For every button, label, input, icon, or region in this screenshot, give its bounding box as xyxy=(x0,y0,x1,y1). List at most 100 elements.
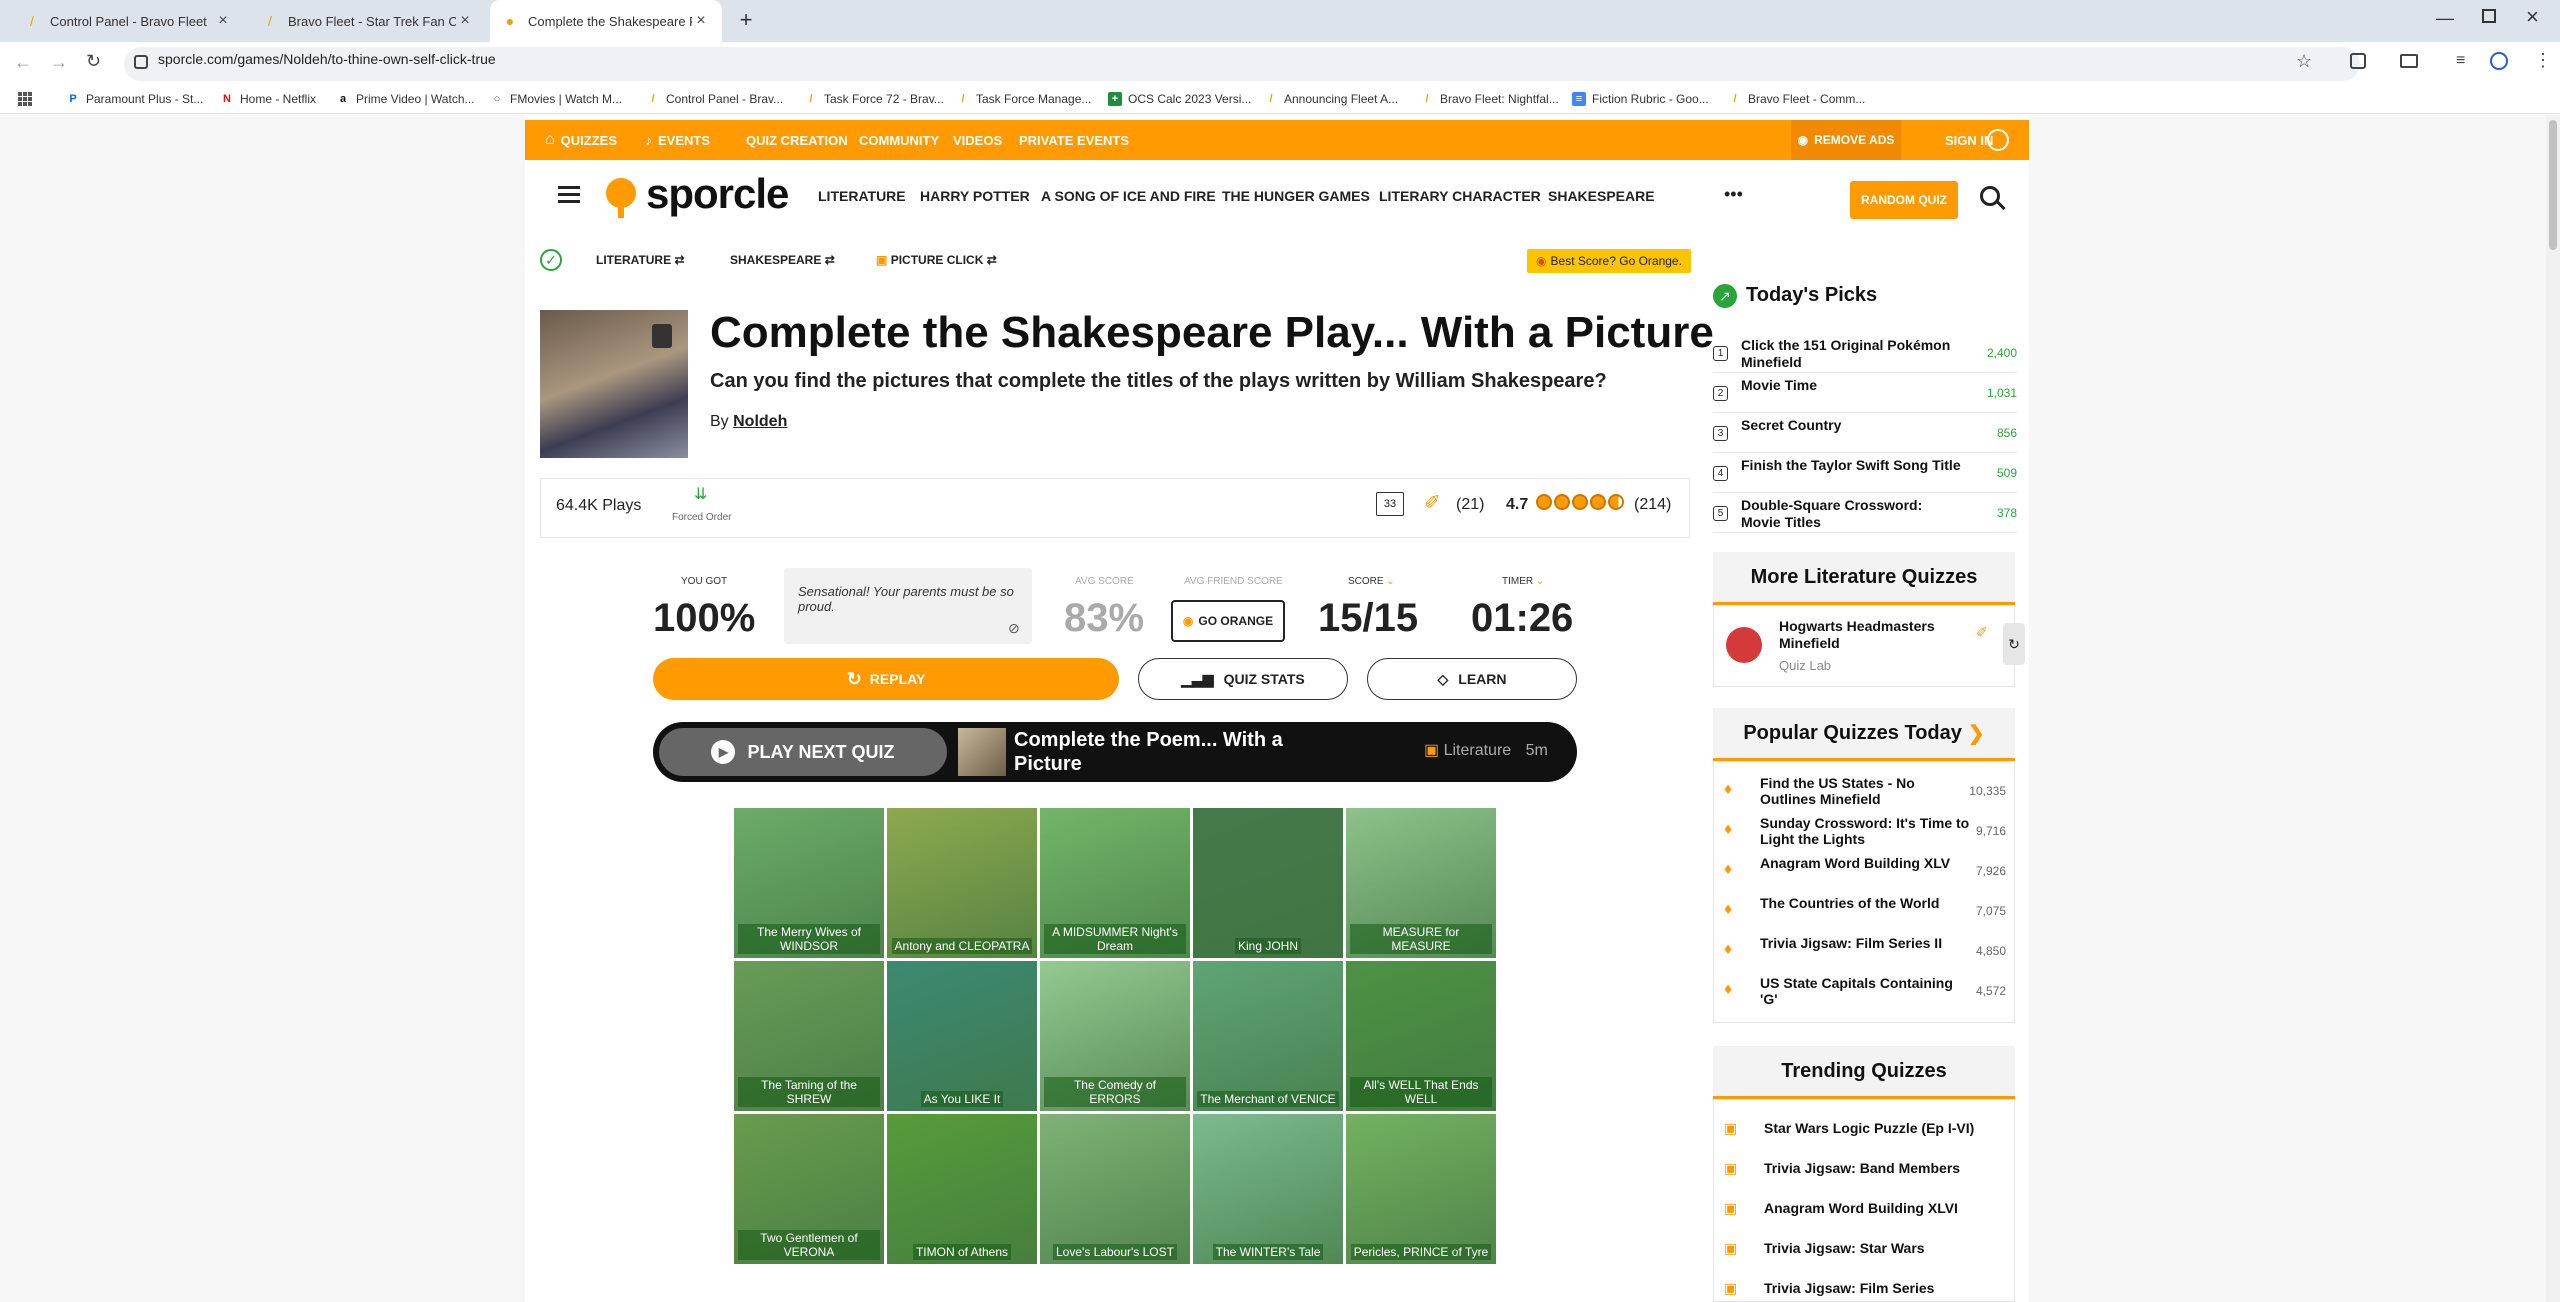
bookmark-nightfall[interactable]: / Bravo Fleet: Nightfal... xyxy=(1420,84,1558,114)
pick-title[interactable]: Secret Country xyxy=(1741,417,1961,434)
trending-quiz-title[interactable]: Star Wars Logic Puzzle (Ep I-VI) xyxy=(1764,1120,1974,1136)
grid-picture[interactable]: The Merchant of VENICE xyxy=(1193,961,1343,1111)
todays-pick-item[interactable]: 5 Double-Square Crossword: Movie Titles 37… xyxy=(1713,493,2017,533)
grid-picture[interactable]: A MIDSUMMER Night's Dream xyxy=(1040,808,1190,958)
tab-bravo-fleet[interactable]: / Bravo Fleet - Star Trek Fan Com × xyxy=(250,0,486,42)
nav-shakespeare[interactable]: SHAKESPEARE xyxy=(1548,188,1655,204)
pick-title[interactable]: Double-Square Crossword: Movie Titles xyxy=(1741,497,1961,531)
bookmark-star-icon[interactable]: ☆ xyxy=(2296,51,2312,72)
replay-button[interactable]: ↻ REPLAY xyxy=(653,658,1119,700)
trending-quiz-title[interactable]: Trivia Jigsaw: Film Series xyxy=(1764,1280,1934,1296)
refresh-icon[interactable]: ↻ xyxy=(2003,623,2025,665)
grid-picture[interactable]: The WINTER's Tale xyxy=(1193,1114,1343,1264)
close-icon[interactable]: × xyxy=(692,12,710,30)
go-orange-button[interactable]: ◉ GO ORANGE xyxy=(1171,600,1285,642)
random-quiz-button[interactable]: RANDOM QUIZ xyxy=(1850,181,1958,219)
trending-quiz-title[interactable]: Anagram Word Building XLVI xyxy=(1764,1200,1958,1216)
nav-events[interactable]: ♪ EVENTS xyxy=(645,120,710,160)
author-link[interactable]: Noldeh xyxy=(733,413,787,430)
trending-quiz-item[interactable]: ▣ Star Wars Logic Puzzle (Ep I-VI) xyxy=(1724,1110,2014,1150)
grid-picture[interactable]: Antony and CLEOPATRA xyxy=(887,808,1037,958)
trending-quiz-item[interactable]: ▣ Trivia Jigsaw: Film Series xyxy=(1724,1270,2014,1302)
popular-quiz-item[interactable]: ♦ Trivia Jigsaw: Film Series II 4,850 xyxy=(1724,931,2014,971)
todays-pick-item[interactable]: 4 Finish the Taylor Swift Song Title 509 xyxy=(1713,453,2017,493)
tab-sporcle[interactable]: ● Complete the Shakespeare Play × xyxy=(490,0,722,42)
popular-quiz-item[interactable]: ♦ Anagram Word Building XLV 7,926 xyxy=(1724,851,2014,891)
bookmark-paramount[interactable]: P Paramount Plus - St... xyxy=(66,84,203,114)
pick-title[interactable]: Movie Time xyxy=(1741,377,1961,394)
hamburger-menu-icon[interactable] xyxy=(558,186,580,204)
scrollbar[interactable] xyxy=(2546,115,2560,1302)
bookmark-netflix[interactable]: N Home - Netflix xyxy=(220,84,316,114)
close-icon[interactable]: × xyxy=(214,12,232,30)
popular-quizzes-title[interactable]: Popular Quizzes Today ❯ xyxy=(1713,708,2015,758)
nav-videos[interactable]: VIDEOS xyxy=(953,120,1002,160)
popular-quiz-title[interactable]: The Countries of the World xyxy=(1760,895,1970,911)
rating-star-icon[interactable] xyxy=(1572,494,1588,510)
popular-quiz-title[interactable]: Sunday Crossword: It's Time to Light the… xyxy=(1760,815,1970,847)
tab-control-panel[interactable]: / Control Panel - Bravo Fleet × xyxy=(12,0,244,42)
popular-quiz-item[interactable]: ♦ Find the US States - No Outlines Minefi… xyxy=(1724,771,2014,811)
nav-community[interactable]: COMMUNITY xyxy=(859,120,939,160)
menu-kebab-icon[interactable]: ⋮ xyxy=(2534,50,2552,71)
bookmark-task-force-manage[interactable]: / Task Force Manage... xyxy=(956,84,1091,114)
rating-star-icon[interactable] xyxy=(1554,494,1570,510)
minimize-icon[interactable]: — xyxy=(2436,8,2454,29)
hide-eye-icon[interactable]: ⊘ xyxy=(1008,620,1020,637)
shuffle-icon[interactable]: ⇄ xyxy=(825,253,835,267)
grid-picture[interactable]: Love's Labour's LOST xyxy=(1040,1114,1190,1264)
nav-harry-potter[interactable]: HARRY POTTER xyxy=(920,188,1030,204)
next-quiz-title[interactable]: Complete the Poem... With a Picture xyxy=(1014,728,1314,776)
maximize-icon[interactable] xyxy=(2482,9,2496,23)
extensions-icon[interactable] xyxy=(2350,53,2366,69)
grid-picture[interactable]: Two Gentlemen of VERONA xyxy=(734,1114,884,1264)
todays-pick-item[interactable]: 2 Movie Time 1,031 xyxy=(1713,373,2017,413)
favorite-icon[interactable]: ✐ xyxy=(1424,490,1441,515)
rating-star-icon[interactable] xyxy=(1536,494,1552,510)
comments-count[interactable]: 33 xyxy=(1376,492,1404,516)
pick-title[interactable]: Click the 151 Original Pokémon Minefield xyxy=(1741,337,1961,371)
learn-button[interactable]: ◇ LEARN xyxy=(1367,658,1577,700)
sporcle-logo-icon[interactable] xyxy=(606,178,636,208)
more-menu-icon[interactable]: ••• xyxy=(1724,184,1743,205)
nav-literature[interactable]: LITERATURE xyxy=(818,188,906,204)
pick-title[interactable]: Finish the Taylor Swift Song Title xyxy=(1741,457,1961,474)
popular-quiz-item[interactable]: ♦ US State Capitals Containing 'G' 4,572 xyxy=(1724,971,2014,1011)
nav-hunger-games[interactable]: THE HUNGER GAMES xyxy=(1222,188,1370,204)
sporcle-logo-text[interactable]: sporcle xyxy=(646,170,789,218)
bookmark-bravo-fleet-comm[interactable]: / Bravo Fleet - Comm... xyxy=(1728,84,1865,114)
grid-picture[interactable]: TIMON of Athens xyxy=(887,1114,1037,1264)
shuffle-icon[interactable]: ⇄ xyxy=(987,253,997,267)
breadcrumb-literature[interactable]: LITERATURE ⇄ xyxy=(596,253,685,267)
nav-private-events[interactable]: PRIVATE EVENTS xyxy=(1019,120,1129,160)
best-score-banner[interactable]: ◉ Best Score? Go Orange. xyxy=(1527,249,1691,273)
quiz-stats-button[interactable]: ▁▃▆ QUIZ STATS xyxy=(1138,658,1348,700)
trending-quiz-title[interactable]: Trivia Jigsaw: Star Wars xyxy=(1764,1240,1925,1256)
todays-pick-item[interactable]: 3 Secret Country 856 xyxy=(1713,413,2017,453)
back-icon[interactable]: ← xyxy=(14,52,32,73)
bookmark-prime-video[interactable]: a Prime Video | Watch... xyxy=(336,84,475,114)
scrollbar-thumb[interactable] xyxy=(2549,120,2557,250)
breadcrumb-picture-click[interactable]: ▣ PICTURE CLICK ⇄ xyxy=(876,253,997,267)
new-tab-button[interactable]: + xyxy=(733,8,759,34)
bookmark-ocs-calc[interactable]: + OCS Calc 2023 Versi... xyxy=(1108,84,1251,114)
profile-avatar-icon[interactable] xyxy=(2490,52,2508,70)
grid-picture[interactable]: The Taming of the SHREW xyxy=(734,961,884,1111)
score-label[interactable]: SCORE ⌄ xyxy=(1348,576,1395,587)
nav-quizzes[interactable]: ⌂ QUIZZES xyxy=(545,120,617,160)
trending-quiz-title[interactable]: Trivia Jigsaw: Band Members xyxy=(1764,1160,1960,1176)
grid-picture[interactable]: As You LIKE It xyxy=(887,961,1037,1111)
user-avatar-icon[interactable] xyxy=(1987,129,2009,151)
timer-label[interactable]: TIMER ⌄ xyxy=(1502,576,1544,587)
grid-picture[interactable]: Pericles, PRINCE of Tyre xyxy=(1346,1114,1496,1264)
apps-grid-icon[interactable] xyxy=(18,92,32,106)
rating-stars[interactable] xyxy=(1536,494,1624,510)
bookmark-control-panel[interactable]: / Control Panel - Brav... xyxy=(646,84,783,114)
shuffle-icon[interactable]: ⇄ xyxy=(674,253,684,267)
popular-quiz-title[interactable]: Anagram Word Building XLV xyxy=(1760,855,1970,871)
media-controls-icon[interactable]: ≡ xyxy=(2456,52,2465,70)
bookmark-fiction-rubric[interactable]: ≡ Fiction Rubric - Goo... xyxy=(1572,84,1709,114)
nav-literary-character[interactable]: LITERARY CHARACTER xyxy=(1379,188,1541,204)
trending-quiz-item[interactable]: ▣ Trivia Jigsaw: Star Wars xyxy=(1724,1230,2014,1270)
grid-picture[interactable]: MEASURE for MEASURE xyxy=(1346,808,1496,958)
